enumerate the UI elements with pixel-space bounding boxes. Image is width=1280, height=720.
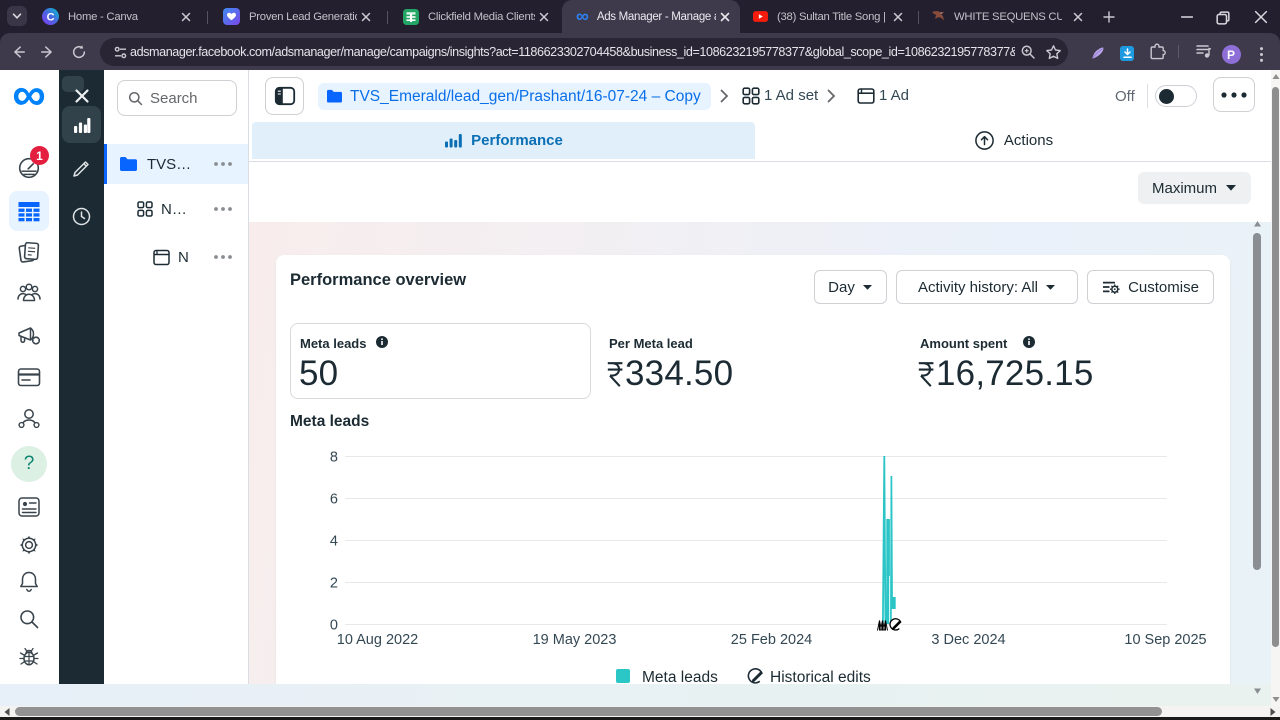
svg-text:3 Dec 2024: 3 Dec 2024 <box>931 632 1005 648</box>
svg-text:Meta leads: Meta leads <box>642 669 718 684</box>
svg-text:C: C <box>47 11 55 23</box>
svg-text:6: 6 <box>330 492 338 508</box>
svg-text:4: 4 <box>330 534 338 550</box>
svg-text:8: 8 <box>330 450 338 466</box>
svg-text:19 May 2023: 19 May 2023 <box>533 632 617 648</box>
svg-text:25 Feb 2024: 25 Feb 2024 <box>731 632 812 648</box>
svg-text:2: 2 <box>330 576 338 592</box>
svg-text:Historical edits: Historical edits <box>770 669 871 684</box>
svg-text:10 Aug 2022: 10 Aug 2022 <box>337 632 418 648</box>
svg-text:10 Sep 2025: 10 Sep 2025 <box>1124 632 1206 648</box>
